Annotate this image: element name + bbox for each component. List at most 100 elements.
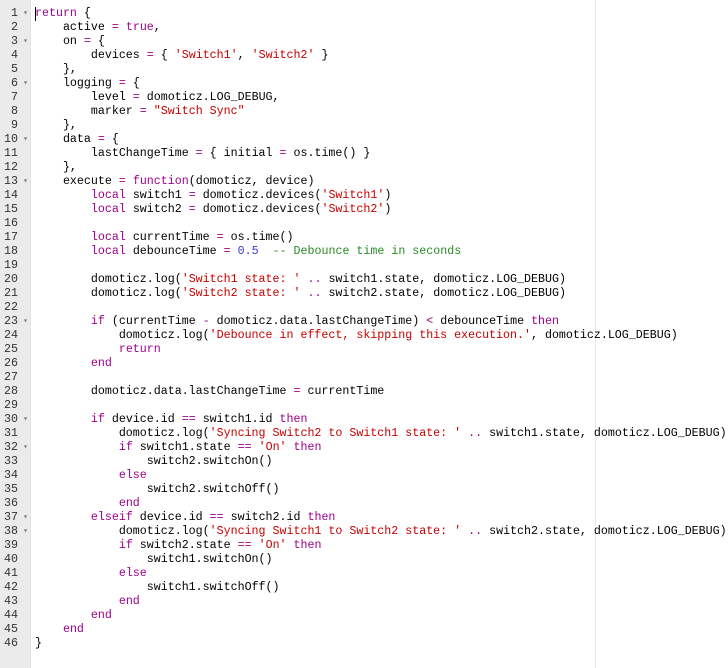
fold-caret-down-icon[interactable]: ▾: [23, 35, 28, 49]
code-token: lastChangeTime: [35, 147, 196, 160]
code-line[interactable]: end: [35, 609, 728, 623]
code-line[interactable]: lastChangeTime = { initial = os.time() }: [35, 147, 728, 161]
line-number: 11: [4, 147, 18, 160]
string-token: 'Debounce in effect, skipping this execu…: [209, 329, 531, 342]
code-line[interactable]: devices = { 'Switch1', 'Switch2' }: [35, 49, 728, 63]
line-number: 28: [4, 385, 18, 398]
code-line[interactable]: execute = function(domoticz, device): [35, 175, 728, 189]
number-token: 0.5: [237, 245, 259, 258]
line-number: 6 ▾: [11, 77, 28, 91]
keyword-token: then: [293, 441, 322, 454]
code-line[interactable]: [35, 259, 728, 273]
operator-token: =: [111, 21, 119, 34]
code-line[interactable]: marker = "Switch Sync": [35, 105, 728, 119]
code-line[interactable]: [35, 399, 728, 413]
code-line[interactable]: active = true,: [35, 21, 728, 35]
code-token: ,: [153, 21, 161, 34]
code-line[interactable]: local switch2 = domoticz.devices('Switch…: [35, 203, 728, 217]
code-line[interactable]: domoticz.log('Switch2 state: ' .. switch…: [35, 287, 728, 301]
fold-caret-down-icon[interactable]: ▾: [23, 511, 28, 525]
code-line[interactable]: on = {: [35, 35, 728, 49]
code-line[interactable]: domoticz.data.lastChangeTime = currentTi…: [35, 385, 728, 399]
line-number: 10 ▾: [4, 133, 28, 147]
fold-caret-down-icon[interactable]: ▾: [23, 441, 28, 455]
code-line[interactable]: [35, 301, 728, 315]
string-token: 'Switch1': [174, 49, 238, 62]
code-line[interactable]: end: [35, 497, 728, 511]
string-token: 'Switch1 state: ': [181, 273, 301, 286]
code-line[interactable]: [35, 371, 728, 385]
fold-caret-down-icon[interactable]: ▾: [23, 77, 28, 91]
fold-caret-down-icon[interactable]: ▾: [23, 175, 28, 189]
code-token: domoticz.log(: [35, 329, 210, 342]
code-line[interactable]: domoticz.log('Syncing Switch1 to Switch2…: [35, 525, 728, 539]
operator-token: ==: [237, 539, 252, 552]
code-line[interactable]: end: [35, 357, 728, 371]
code-line[interactable]: return: [35, 343, 728, 357]
code-line[interactable]: return {: [35, 7, 728, 21]
code-line[interactable]: level = domoticz.LOG_DEBUG,: [35, 91, 728, 105]
fold-caret-down-icon[interactable]: ▾: [23, 315, 28, 329]
line-number: 38 ▾: [4, 525, 28, 539]
code-line[interactable]: switch1.switchOff(): [35, 581, 728, 595]
code-token: switch2.state: [132, 539, 238, 552]
code-line[interactable]: if switch1.state == 'On' then: [35, 441, 728, 455]
fold-caret-down-icon[interactable]: ▾: [23, 525, 28, 539]
code-line[interactable]: switch2.switchOff(): [35, 483, 728, 497]
code-line[interactable]: [35, 217, 728, 231]
operator-token: ==: [237, 441, 252, 454]
keyword-token: if: [118, 441, 133, 454]
keyword-token: if: [90, 413, 105, 426]
code-line[interactable]: end: [35, 623, 728, 637]
code-editor[interactable]: 1 ▾ 2 3 ▾ 4 5 6 ▾ 7 8 9 10 ▾ 11 12 13 ▾ 14 15 16 17 18 19 20 21 22…: [0, 0, 728, 668]
code-token: device.id: [132, 511, 210, 524]
code-line[interactable]: else: [35, 469, 728, 483]
operator-token: ==: [181, 413, 196, 426]
line-number: 25: [4, 343, 18, 356]
code-line[interactable]: else: [35, 567, 728, 581]
line-number: 30 ▾: [4, 413, 28, 427]
code-line[interactable]: elseif device.id == switch2.id then: [35, 511, 728, 525]
code-line[interactable]: }: [35, 637, 728, 651]
operator-token: =: [195, 147, 203, 160]
code-line[interactable]: domoticz.log('Syncing Switch2 to Switch1…: [35, 427, 728, 441]
code-token: on: [35, 35, 84, 48]
code-line[interactable]: domoticz.log('Switch1 state: ' .. switch…: [35, 273, 728, 287]
fold-caret-down-icon[interactable]: ▾: [23, 413, 28, 427]
code-line[interactable]: data = {: [35, 133, 728, 147]
keyword-token: function: [132, 175, 189, 188]
operator-token: -: [202, 315, 210, 328]
code-line[interactable]: switch2.switchOn(): [35, 455, 728, 469]
code-token: device.id: [104, 413, 182, 426]
code-token: switch1.state: [132, 441, 238, 454]
code-line[interactable]: local switch1 = domoticz.devices('Switch…: [35, 189, 728, 203]
fold-caret-down-icon[interactable]: ▾: [23, 7, 28, 21]
code-line[interactable]: if switch2.state == 'On' then: [35, 539, 728, 553]
code-line[interactable]: logging = {: [35, 77, 728, 91]
operator-token: =: [279, 147, 287, 160]
line-number: 24: [4, 329, 18, 342]
code-line[interactable]: domoticz.log('Debounce in effect, skippi…: [35, 329, 728, 343]
code-token: marker: [35, 105, 140, 118]
code-line[interactable]: local debounceTime = 0.5 -- Debounce tim…: [35, 245, 728, 259]
keyword-token: then: [279, 413, 308, 426]
code-line[interactable]: local currentTime = os.time(): [35, 231, 728, 245]
code-line[interactable]: },: [35, 161, 728, 175]
code-content[interactable]: return { active = true, on = { devices =…: [35, 7, 728, 651]
code-line[interactable]: },: [35, 119, 728, 133]
code-token: (currentTime: [104, 315, 203, 328]
code-line[interactable]: if device.id == switch1.id then: [35, 413, 728, 427]
line-number: 34: [4, 469, 18, 482]
code-line[interactable]: if (currentTime - domoticz.data.lastChan…: [35, 315, 728, 329]
code-line[interactable]: end: [35, 595, 728, 609]
string-token: 'Switch2': [321, 203, 385, 216]
fold-caret-down-icon[interactable]: ▾: [23, 133, 28, 147]
code-line[interactable]: switch1.switchOn(): [35, 553, 728, 567]
code-line[interactable]: },: [35, 63, 728, 77]
